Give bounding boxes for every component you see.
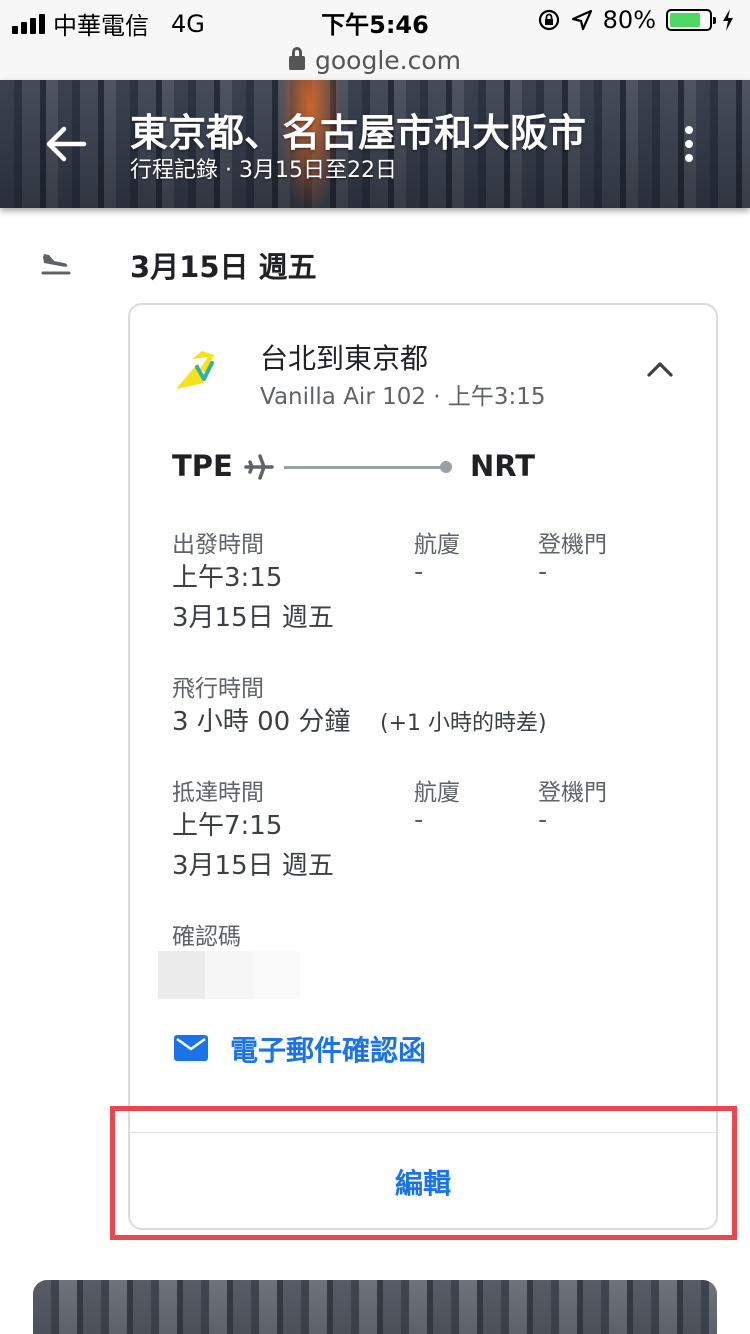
route-line: TPE NRT: [172, 449, 672, 485]
departure-label: 出發時間: [172, 532, 264, 558]
location-arrow-icon: [571, 9, 592, 31]
departure-gate: -: [538, 557, 548, 587]
departure-gate-label: 登機門: [538, 532, 607, 558]
rotation-lock-icon: [538, 9, 559, 31]
airplane-icon: [244, 454, 274, 480]
departure-terminal: -: [414, 557, 424, 587]
arrival-time: 上午7:15: [172, 811, 283, 841]
status-bar: 中華電信 4G 下午5:46 80%: [0, 0, 750, 40]
route-dot: [440, 461, 452, 473]
origin-code: TPE: [172, 449, 233, 483]
chevron-up-icon[interactable]: [646, 359, 674, 379]
vanilla-air-logo-icon: [176, 351, 214, 389]
arrival-label: 抵達時間: [172, 780, 264, 806]
trip-title: 東京都、名古屋市和大阪市: [130, 111, 587, 155]
battery-percent: 80%: [602, 6, 656, 34]
arrival-gate: -: [538, 805, 548, 835]
trip-header: 東京都、名古屋市和大阪市 行程記錄 · 3月15日至22日: [0, 80, 750, 208]
destination-code: NRT: [470, 449, 536, 483]
highlight-box: [110, 1106, 737, 1240]
timezone-note: (+1 小時的時差): [380, 711, 547, 736]
departure-date: 3月15日 週五: [172, 603, 334, 633]
flight-subtitle: Vanilla Air 102 · 上午3:15: [260, 384, 546, 410]
confirmation-label: 確認碼: [172, 924, 241, 950]
day-date: 3月15日 週五: [130, 250, 317, 284]
departure-terminal-label: 航廈: [414, 532, 460, 558]
flight-title: 台北到東京都: [260, 342, 429, 375]
arrival-terminal: -: [414, 805, 424, 835]
arrival-date: 3月15日 週五: [172, 851, 334, 881]
back-arrow-icon[interactable]: [44, 124, 88, 164]
more-options-icon[interactable]: [682, 126, 696, 162]
arrival-gate-label: 登機門: [538, 780, 607, 806]
duration-label: 飛行時間: [172, 676, 264, 702]
email-confirmation-link[interactable]: 電子郵件確認函: [230, 1029, 426, 1069]
trip-subtitle: 行程記錄 · 3月15日至22日: [130, 158, 397, 183]
status-right: 80%: [537, 6, 734, 34]
email-icon[interactable]: [174, 1035, 208, 1061]
flight-card: 台北到東京都 Vanilla Air 102 · 上午3:15 TPE NRT …: [128, 303, 718, 1230]
lock-icon: [289, 47, 305, 70]
confirmation-code-redacted: [158, 951, 300, 999]
next-trip-card[interactable]: [33, 1280, 717, 1334]
charging-bolt-icon: [723, 9, 733, 31]
arrival-terminal-label: 航廈: [414, 780, 460, 806]
departure-time: 上午3:15: [172, 563, 283, 593]
url-bar[interactable]: google.com: [0, 40, 750, 80]
url-domain: google.com: [315, 45, 461, 75]
flight-landing-icon: [41, 254, 71, 275]
duration-value: 3 小時 00 分鐘: [172, 707, 351, 737]
battery-icon: [666, 9, 716, 31]
